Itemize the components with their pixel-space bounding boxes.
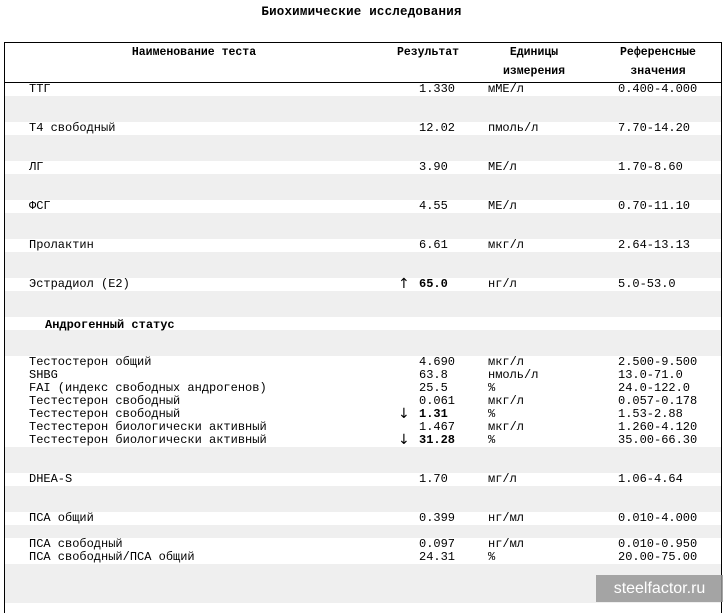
- test-name: Тестестерон биологически активный: [29, 433, 267, 447]
- test-name: Эстрадиол (Е2): [29, 277, 130, 291]
- reference-range: 0.70-11.10: [618, 199, 691, 213]
- table-row: Эстрадиол (Е2) ↑ 65.0 нг/л 5.0-53.0: [5, 276, 721, 292]
- row-band: [5, 460, 721, 473]
- test-name: ПСА общий: [29, 511, 94, 525]
- test-unit: %: [488, 433, 496, 447]
- arrow-down-icon: ↓: [398, 432, 410, 448]
- row-band: [5, 135, 721, 148]
- table-row: ПСА свободный/ПСА общий 24.31% 20.00-75.00: [5, 551, 721, 564]
- test-result: 0.399: [419, 511, 456, 525]
- table-row: Т4 свободный 12.02 пмоль/л 7.70-14.20: [5, 122, 721, 135]
- test-result: 3.90: [419, 160, 448, 174]
- test-result: 1.70: [419, 472, 448, 486]
- table-row: ПСА общий 0.399 нг/мл 0.010-4.000: [5, 512, 721, 525]
- test-unit: мг/л: [488, 472, 517, 486]
- test-unit: пмоль/л: [488, 121, 539, 135]
- header-ref-2: значения: [630, 65, 686, 78]
- test-result: 4.55: [419, 199, 448, 213]
- test-name: Пролактин: [29, 238, 94, 252]
- reference-range: 2.64-13.13: [618, 238, 691, 252]
- test-unit: %: [488, 550, 496, 564]
- table-row: ЛГ 3.90 МЕ/л 1.70-8.60: [5, 161, 721, 174]
- reference-range: 7.70-14.20: [618, 121, 691, 135]
- test-unit: МЕ/л: [488, 160, 517, 174]
- test-result: 12.02: [419, 121, 456, 135]
- test-unit: нг/л: [488, 277, 517, 291]
- row-band: [5, 252, 721, 265]
- test-unit: нг/мл: [488, 511, 525, 525]
- table-row: ФСГ 4.55 МЕ/л 0.70-11.10: [5, 200, 721, 213]
- reference-range: 35.00-66.30: [618, 433, 698, 447]
- header-result: Результат: [396, 46, 460, 59]
- row-band: [5, 499, 721, 512]
- test-name: ПСА свободный/ПСА общий: [29, 550, 195, 564]
- test-unit: МЕ/л: [488, 199, 517, 213]
- row-band: [5, 447, 721, 460]
- header-units-1: Единицы: [509, 46, 559, 59]
- reference-range: 5.0-53.0: [618, 277, 676, 291]
- test-result: 65.0: [419, 277, 448, 291]
- reference-range: 1.70-8.60: [618, 160, 683, 174]
- row-band: [5, 213, 721, 226]
- table-row: ТТГ 1.330 мМЕ/л 0.400-4.000: [5, 83, 721, 96]
- test-result: 6.61: [419, 238, 448, 252]
- test-unit: нмоль/л: [488, 368, 539, 382]
- reference-range: 1.06-4.64: [618, 472, 683, 486]
- test-name: Т4 свободный: [29, 121, 116, 135]
- section-androgen-status: Андрогенный статус: [45, 318, 175, 332]
- results-table: Наименование теста Результат Единицы изм…: [4, 42, 722, 613]
- table-row: Тестостерон общий 4.690 мкг/л 2.500-9.500: [5, 356, 721, 369]
- row-band: [5, 174, 721, 187]
- header-ref-1: Референсные: [620, 46, 696, 59]
- test-result: 24.31: [419, 550, 456, 564]
- test-name: ТТГ: [29, 82, 51, 96]
- row-band: [5, 304, 721, 317]
- row-band: [5, 96, 721, 109]
- test-unit: мкг/л: [488, 238, 525, 252]
- header-units-2: измерения: [502, 65, 566, 78]
- test-unit: мМЕ/л: [488, 82, 525, 96]
- row-band: [5, 148, 721, 161]
- row-band: [5, 187, 721, 200]
- reference-range: 0.010-4.000: [618, 511, 698, 525]
- table-row: Пролактин 6.61 мкг/л 2.64-13.13: [5, 239, 721, 252]
- test-name: ФСГ: [29, 199, 51, 213]
- test-name: DHEA-S: [29, 472, 73, 486]
- table-row: Тестестерон биологически активный ↓ 31.28%…: [5, 432, 721, 448]
- row-band: [5, 486, 721, 499]
- reference-range: 20.00-75.00: [618, 550, 698, 564]
- test-name: ЛГ: [29, 160, 44, 174]
- test-result: 31.28: [419, 433, 456, 447]
- arrow-up-icon: ↑: [398, 276, 410, 292]
- row-band: [5, 291, 721, 304]
- watermark: steelfactor.ru: [596, 575, 723, 602]
- row-band: [5, 226, 721, 239]
- table-row: DHEA-S 1.70 мг/л 1.06-4.64: [5, 473, 721, 486]
- arrow-down-icon: ↓: [398, 406, 410, 422]
- page-title: Биохимические исследования: [261, 5, 462, 19]
- header-test-name: Наименование теста: [131, 46, 257, 59]
- reference-range: 0.400-4.000: [618, 82, 698, 96]
- test-result: 1.330: [419, 82, 456, 96]
